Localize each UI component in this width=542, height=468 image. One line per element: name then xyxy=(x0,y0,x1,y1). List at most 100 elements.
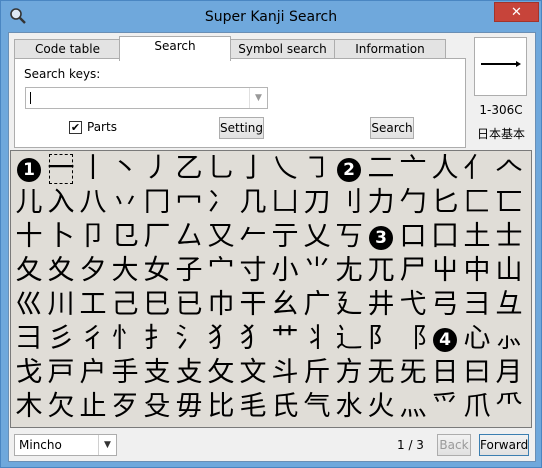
radical-cell[interactable]: 殳 xyxy=(143,390,171,424)
radical-cell[interactable]: 斗 xyxy=(271,356,299,390)
radical-cell[interactable]: 氵 xyxy=(175,322,203,356)
radical-cell[interactable]: 木 xyxy=(15,390,43,424)
radical-cell[interactable]: 欠 xyxy=(47,390,75,424)
radical-cell[interactable]: 彳 xyxy=(79,322,107,356)
radical-cell[interactable]: 凵 xyxy=(271,186,299,220)
radical-cell[interactable]: 丶 xyxy=(111,152,139,186)
radical-cell[interactable]: 斤 xyxy=(303,356,331,390)
radical-cell[interactable]: 方 xyxy=(335,356,363,390)
radical-cell[interactable]: ⻏ xyxy=(399,322,427,356)
radical-cell[interactable]: 夂 xyxy=(15,254,43,288)
radical-cell[interactable]: 毛 xyxy=(239,390,267,424)
radical-cell[interactable]: 毋 xyxy=(175,390,203,424)
radical-cell[interactable]: 爫 xyxy=(431,390,459,424)
radical-cell[interactable]: 刂 xyxy=(335,186,363,220)
radical-cell[interactable]: 支 xyxy=(143,356,171,390)
radical-cell[interactable]: 㔾 xyxy=(111,220,139,254)
radical-cell[interactable]: 艹 xyxy=(271,322,299,356)
radical-cell[interactable]: 亻 xyxy=(463,152,491,186)
radical-cell[interactable]: 巳 xyxy=(143,288,171,322)
radical-cell[interactable]: 日 xyxy=(431,356,459,390)
radical-cell[interactable]: 爪 xyxy=(463,390,491,424)
radical-cell[interactable]: 兀 xyxy=(367,254,395,288)
radical-cell[interactable]: 中 xyxy=(463,254,491,288)
setting-button[interactable]: Setting xyxy=(219,117,264,139)
radical-cell[interactable]: 歹 xyxy=(111,390,139,424)
radical-cell[interactable]: 戈 xyxy=(15,356,43,390)
radical-cell[interactable]: 厂 xyxy=(143,220,171,254)
radical-cell[interactable]: ⺨ xyxy=(239,322,267,356)
radical-cell[interactable]: 士 xyxy=(495,220,523,254)
radical-cell[interactable]: 亅 xyxy=(239,152,267,186)
radical-cell[interactable]: 十 xyxy=(15,220,43,254)
radical-cell[interactable]: 月 xyxy=(495,356,523,390)
radical-cell[interactable]: 攵 xyxy=(207,356,235,390)
radical-cell[interactable]: 二 xyxy=(367,152,395,186)
radical-cell[interactable]: 厶 xyxy=(175,220,203,254)
radical-cell[interactable]: 屮 xyxy=(431,254,459,288)
radical-cell[interactable]: 乙 xyxy=(175,152,203,186)
radical-cell[interactable]: 工 xyxy=(79,288,107,322)
radical-cell[interactable]: 子 xyxy=(175,254,203,288)
radical-cell[interactable]: 曰 xyxy=(463,356,491,390)
radical-cell[interactable]: 卜 xyxy=(47,220,75,254)
radical-cell[interactable]: 旡 xyxy=(399,356,427,390)
radical-cell[interactable]: 川 xyxy=(47,288,75,322)
radical-cell[interactable]: 亍 xyxy=(271,220,299,254)
radical-cell[interactable]: ⺗ xyxy=(495,322,523,356)
radical-cell[interactable]: 刀 xyxy=(303,186,331,220)
radical-cell[interactable]: 亠 xyxy=(399,152,427,186)
radical-cell[interactable]: 匚 xyxy=(463,186,491,220)
radical-cell[interactable]: 无 xyxy=(367,356,395,390)
tab-code-table[interactable]: Code table xyxy=(14,39,121,59)
chevron-down-icon[interactable]: ▼ xyxy=(98,435,116,455)
radical-cell[interactable]: 阝 xyxy=(367,322,395,356)
radical-cell[interactable]: 彑 xyxy=(495,288,523,322)
radical-cell[interactable]: 匸 xyxy=(495,186,523,220)
radical-cell[interactable]: 囗 xyxy=(431,220,459,254)
radical-cell[interactable]: 心 xyxy=(463,322,491,356)
radical-cell[interactable]: 丷 xyxy=(111,186,139,220)
radical-cell[interactable]: 巾 xyxy=(207,288,235,322)
radical-cell[interactable]: 一 xyxy=(47,152,75,186)
radical-cell[interactable]: 丂 xyxy=(335,220,363,254)
radical-cell[interactable]: 丬 xyxy=(303,322,331,356)
radical-cell[interactable]: 戸 xyxy=(47,356,75,390)
radical-cell[interactable]: 山 xyxy=(495,254,523,288)
radical-cell[interactable]: 𠂉 xyxy=(239,220,267,254)
radical-cell[interactable]: 冂 xyxy=(143,186,171,220)
tab-symbol-search[interactable]: Symbol search xyxy=(229,39,336,59)
radical-cell[interactable]: 干 xyxy=(239,288,267,322)
radical-cell[interactable]: 又 xyxy=(207,220,235,254)
radical-cell[interactable]: 几 xyxy=(239,186,267,220)
radical-cell[interactable]: 女 xyxy=(143,254,171,288)
radical-cell[interactable]: 乀 xyxy=(271,152,299,186)
radical-cell[interactable]: 幺 xyxy=(271,288,299,322)
parts-checkbox[interactable]: ✔ xyxy=(69,121,82,134)
forward-button[interactable]: Forward xyxy=(479,434,529,456)
radical-cell[interactable]: 勹 xyxy=(399,186,427,220)
radical-cell[interactable]: 忄 xyxy=(111,322,139,356)
radical-cell[interactable]: 廴 xyxy=(335,288,363,322)
radical-cell[interactable]: 儿 xyxy=(15,186,43,220)
radical-cell[interactable]: 文 xyxy=(239,356,267,390)
radical-cell[interactable]: 手 xyxy=(111,356,139,390)
radical-cell[interactable]: 冫 xyxy=(207,186,235,220)
radical-cell[interactable]: 力 xyxy=(367,186,395,220)
radical-cell[interactable]: 水 xyxy=(335,390,363,424)
radical-cell[interactable]: 尸 xyxy=(399,254,427,288)
radical-cell[interactable]: 𠆢 xyxy=(495,152,523,186)
radical-cell[interactable]: 夕 xyxy=(79,254,107,288)
tab-information[interactable]: Information xyxy=(334,39,446,59)
radical-cell[interactable]: 丿 xyxy=(143,152,171,186)
radical-cell[interactable]: 己 xyxy=(111,288,139,322)
radical-cell[interactable]: 冖 xyxy=(175,186,203,220)
search-keys-input[interactable]: ▼ xyxy=(25,87,268,109)
radical-cell[interactable]: 扌 xyxy=(143,322,171,356)
radical-cell[interactable]: 攴 xyxy=(175,356,203,390)
radical-cell[interactable]: 火 xyxy=(367,390,395,424)
radical-cell[interactable]: 夊 xyxy=(47,254,75,288)
radical-cell[interactable]: ⺌ xyxy=(303,254,331,288)
radical-cell[interactable]: 小 xyxy=(271,254,299,288)
font-select[interactable]: Mincho ▼ xyxy=(14,434,117,456)
